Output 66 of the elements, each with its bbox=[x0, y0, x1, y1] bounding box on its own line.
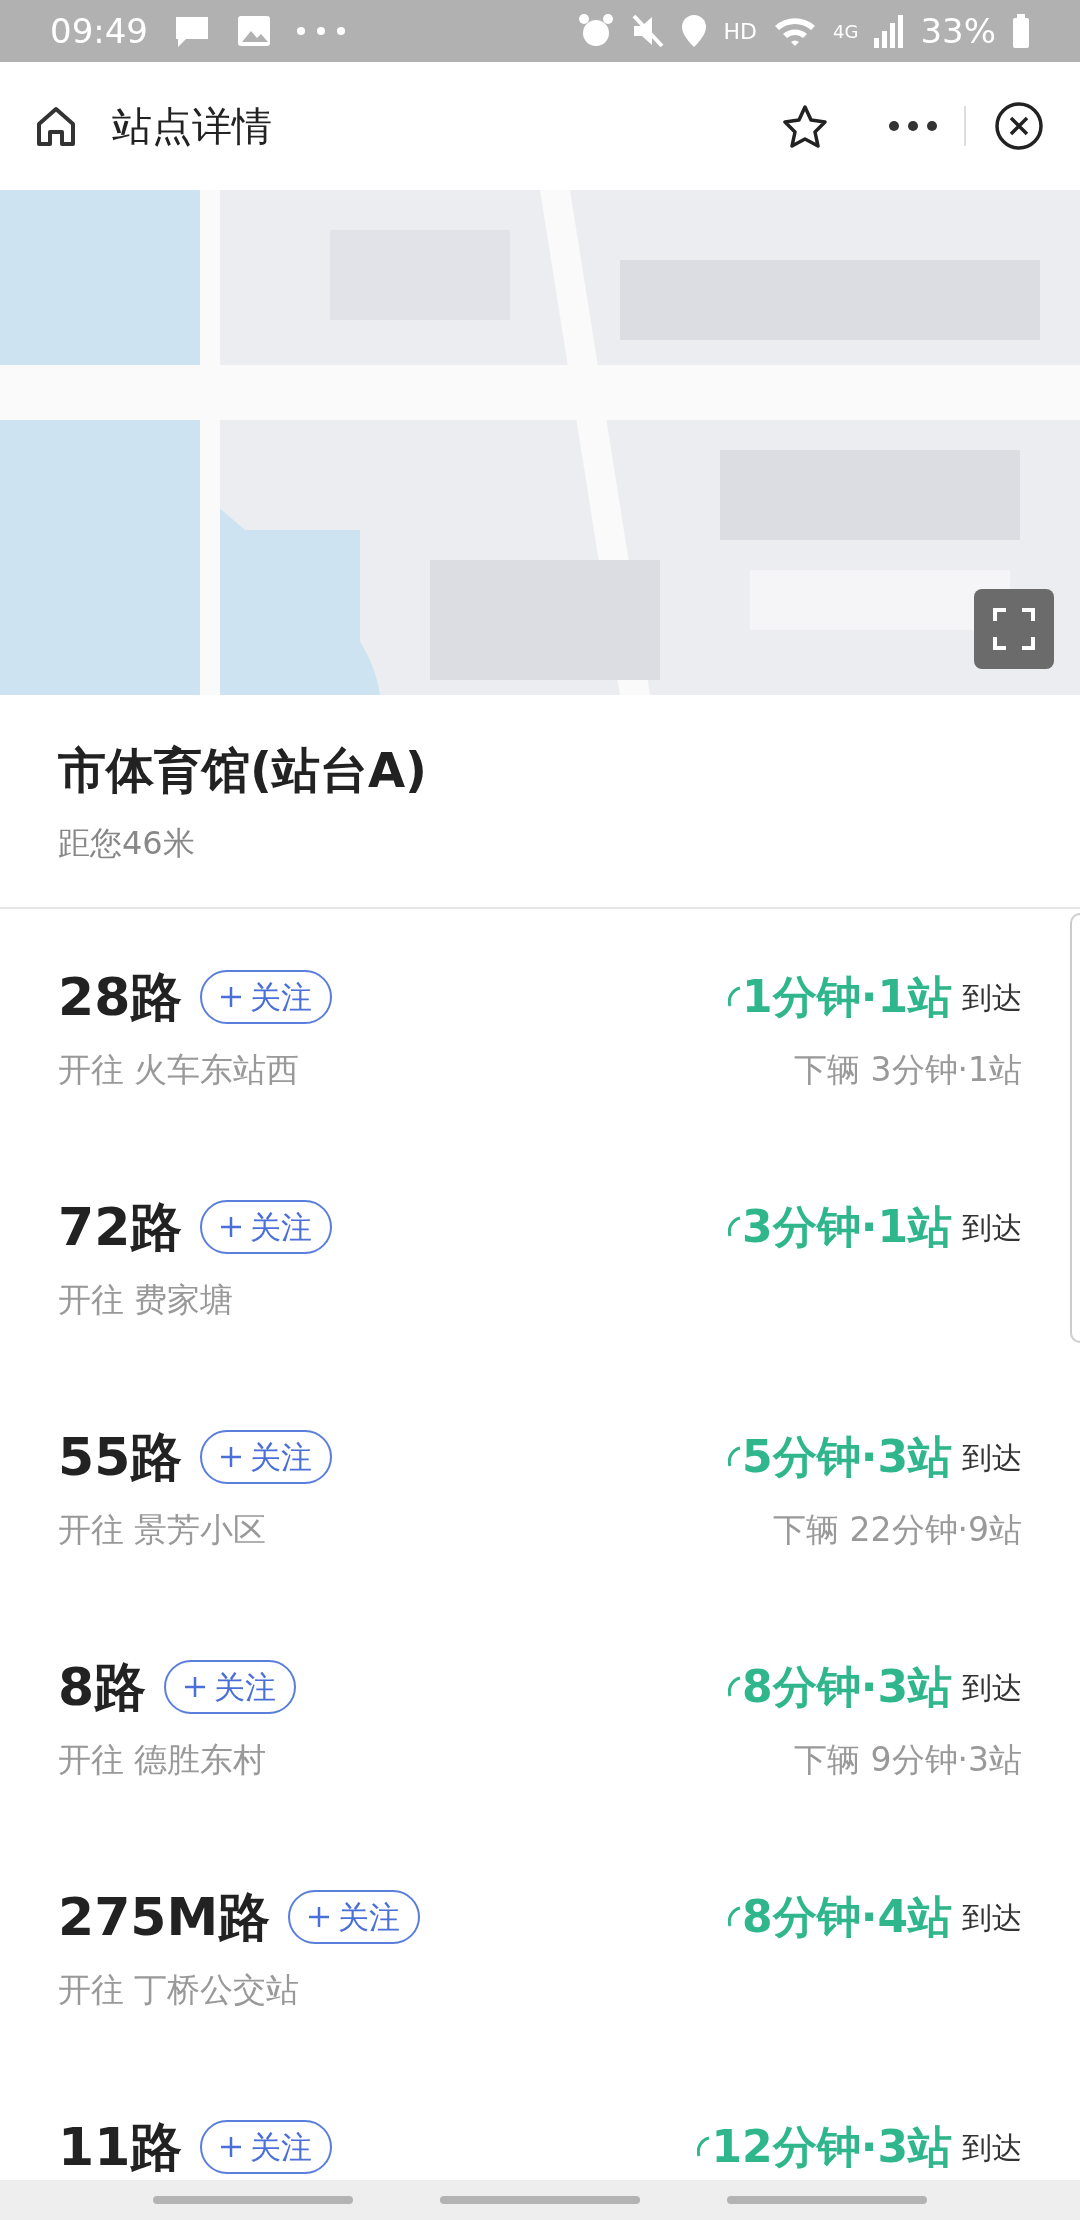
route-destination: 开往 火车东站西 bbox=[58, 1049, 300, 1092]
realtime-signal-icon bbox=[728, 1676, 743, 1699]
network-label: 4G bbox=[833, 19, 859, 44]
station-name: 市体育馆(站台A) bbox=[58, 741, 429, 800]
hd-label: HD bbox=[723, 17, 757, 46]
image-icon bbox=[236, 14, 272, 48]
arrival-time: 12分钟·3站 bbox=[711, 2120, 952, 2175]
next-bus: 下辆 3分钟·1站 bbox=[794, 1049, 1022, 1092]
station-distance: 距您46米 bbox=[58, 823, 196, 865]
fullscreen-button[interactable] bbox=[974, 589, 1054, 669]
route-destination: 开往 德胜东村 bbox=[58, 1739, 267, 1782]
star-icon[interactable] bbox=[782, 104, 828, 148]
more-menu-icon[interactable] bbox=[888, 120, 938, 132]
realtime-signal-icon bbox=[728, 1906, 743, 1929]
battery-icon bbox=[1012, 14, 1030, 48]
nav-handle[interactable] bbox=[153, 2196, 354, 2204]
plus-icon bbox=[184, 1676, 207, 1699]
plus-icon bbox=[308, 1906, 331, 1929]
route-name: 28路 bbox=[58, 967, 183, 1028]
route-destination: 开往 景芳小区 bbox=[58, 1509, 267, 1552]
arrive-label: 到达 bbox=[962, 978, 1022, 1017]
arrival-time: 3分钟·1站 bbox=[742, 1200, 952, 1255]
route-name: 72路 bbox=[58, 1197, 183, 1258]
follow-button[interactable]: 关注 bbox=[288, 1890, 421, 1945]
location-icon bbox=[679, 13, 708, 49]
route-name: 8路 bbox=[58, 1657, 147, 1718]
plus-icon bbox=[220, 2136, 243, 2159]
more-icon bbox=[296, 26, 346, 36]
route-name: 275M路 bbox=[58, 1887, 271, 1948]
route-destination: 开往 丁桥公交站 bbox=[58, 1969, 300, 2012]
plus-icon bbox=[220, 1446, 243, 1469]
realtime-signal-icon bbox=[697, 2136, 712, 2159]
page-title: 站点详情 bbox=[112, 102, 272, 151]
follow-button[interactable]: 关注 bbox=[164, 1660, 297, 1715]
follow-button[interactable]: 关注 bbox=[200, 970, 333, 1025]
arrive-label: 到达 bbox=[962, 1208, 1022, 1247]
clock-time: 09:49 bbox=[50, 9, 148, 53]
arrival-time: 8分钟·4站 bbox=[742, 1890, 952, 1945]
arrival-time: 5分钟·3站 bbox=[742, 1430, 952, 1485]
realtime-signal-icon bbox=[728, 1446, 743, 1469]
route-name: 11路 bbox=[58, 2117, 183, 2178]
arrive-label: 到达 bbox=[962, 2128, 1022, 2167]
nav-handle[interactable] bbox=[440, 2196, 640, 2204]
follow-button[interactable]: 关注 bbox=[200, 1430, 333, 1485]
plus-icon bbox=[220, 1216, 243, 1239]
route-name: 55路 bbox=[58, 1427, 183, 1488]
route-destination: 开往 费家塘 bbox=[58, 1279, 234, 1322]
realtime-signal-icon bbox=[728, 1216, 743, 1239]
fullscreen-icon bbox=[992, 607, 1036, 651]
home-icon[interactable] bbox=[34, 104, 78, 148]
signal-icon bbox=[874, 14, 905, 48]
nav-handle[interactable] bbox=[726, 2196, 927, 2204]
arrival-time: 1分钟·1站 bbox=[742, 970, 952, 1025]
arrive-label: 到达 bbox=[962, 1898, 1022, 1937]
battery-percent: 33% bbox=[920, 9, 996, 53]
arrive-label: 到达 bbox=[962, 1668, 1022, 1707]
arrival-time: 8分钟·3站 bbox=[742, 1660, 952, 1715]
next-bus: 下辆 22分钟·9站 bbox=[773, 1509, 1022, 1552]
plus-icon bbox=[220, 986, 243, 1009]
arrive-label: 到达 bbox=[962, 1438, 1022, 1477]
follow-button[interactable]: 关注 bbox=[200, 2120, 333, 2175]
follow-button[interactable]: 关注 bbox=[200, 1200, 333, 1255]
close-icon[interactable] bbox=[994, 101, 1044, 151]
scroll-handle[interactable] bbox=[1070, 913, 1080, 1344]
next-bus: 下辆 9分钟·3站 bbox=[794, 1739, 1022, 1782]
realtime-signal-icon bbox=[728, 986, 743, 1009]
